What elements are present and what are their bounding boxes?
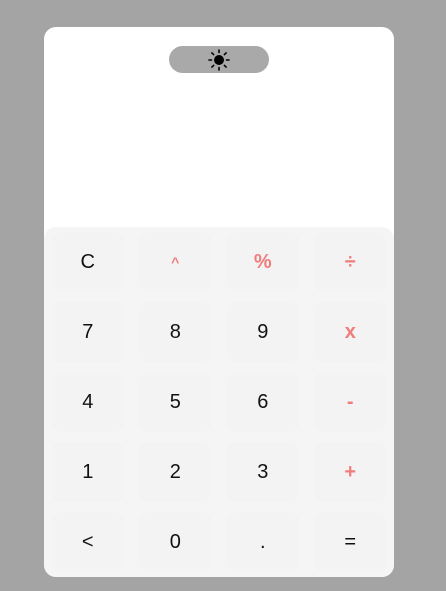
three-button[interactable]: 3 (219, 437, 307, 507)
sun-icon (208, 48, 230, 71)
two-button[interactable]: 2 (132, 437, 220, 507)
five-button[interactable]: 5 (132, 367, 220, 437)
theme-toggle[interactable] (169, 46, 269, 73)
one-button[interactable]: 1 (44, 437, 132, 507)
keypad: C ^ % ÷ 7 8 9 x 4 5 6 - 1 2 3 + < 0 . = (44, 227, 394, 577)
backspace-button[interactable]: < (44, 507, 132, 577)
equals-button[interactable]: = (307, 507, 395, 577)
clear-button[interactable]: C (44, 227, 132, 297)
seven-button[interactable]: 7 (44, 297, 132, 367)
divide-button[interactable]: ÷ (307, 227, 395, 297)
eight-button[interactable]: 8 (132, 297, 220, 367)
plus-button[interactable]: + (307, 437, 395, 507)
multiply-button[interactable]: x (307, 297, 395, 367)
decimal-button[interactable]: . (219, 507, 307, 577)
display (44, 82, 394, 222)
six-button[interactable]: 6 (219, 367, 307, 437)
four-button[interactable]: 4 (44, 367, 132, 437)
percent-button[interactable]: % (219, 227, 307, 297)
nine-button[interactable]: 9 (219, 297, 307, 367)
minus-button[interactable]: - (307, 367, 395, 437)
power-button[interactable]: ^ (132, 227, 220, 297)
zero-button[interactable]: 0 (132, 507, 220, 577)
calculator: C ^ % ÷ 7 8 9 x 4 5 6 - 1 2 3 + < 0 . = (44, 27, 394, 577)
